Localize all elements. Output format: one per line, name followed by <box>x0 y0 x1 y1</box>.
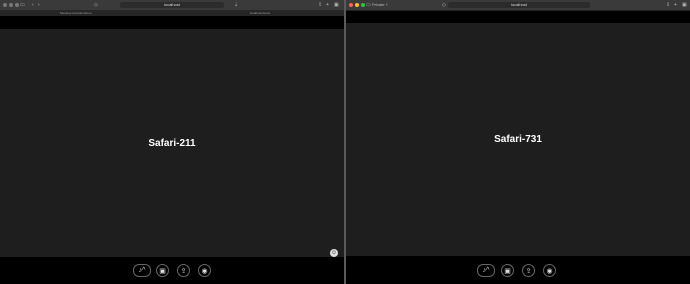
address-bar[interactable]: localhost <box>120 2 224 8</box>
private-label: Private <box>372 2 385 7</box>
tab-left[interactable]: Meeting Controls Demo <box>60 11 92 15</box>
downloads-icon[interactable]: ⇣ <box>234 2 238 8</box>
left-controls: ♪ ^ ▣ ⇪ ◉ <box>0 257 344 284</box>
share-icon[interactable]: ⇪ <box>318 2 322 8</box>
shield-icon: ◇ <box>94 2 98 8</box>
record-icon: ◉ <box>201 267 208 275</box>
new-tab-icon[interactable]: + <box>326 2 329 8</box>
reaction-button[interactable]: ☺ <box>330 249 338 257</box>
mic-button[interactable]: ♪ ^ <box>477 264 495 277</box>
chevron-up-icon: ^ <box>486 267 490 274</box>
right-controls: ♪ ^ ▣ ⇪ ◉ <box>346 257 690 284</box>
tab-overview-icon[interactable]: ▣ <box>334 2 339 8</box>
shield-icon: ◇ <box>442 2 446 8</box>
left-traffic-lights <box>3 3 19 7</box>
chevron-up-icon: ^ <box>142 267 146 274</box>
right-browser-window: ▭ Private ‹ ◇ localhost ⇪ + ▣ Safari-731… <box>346 0 690 284</box>
camera-button[interactable]: ▣ <box>156 264 169 277</box>
left-meeting-header <box>0 16 344 29</box>
participant-label: Safari-731 <box>494 134 542 145</box>
mic-button[interactable]: ♪ ^ <box>133 264 151 277</box>
close-dot[interactable] <box>3 3 7 7</box>
right-video-stage: Safari-731 <box>346 23 690 256</box>
left-video-stage: Safari-211 <box>0 29 344 257</box>
address-text: localhost <box>164 2 180 7</box>
back-icon[interactable]: ‹ <box>386 2 388 8</box>
right-toolbar: ▭ Private ‹ ◇ localhost ⇪ + ▣ <box>346 0 690 11</box>
minimize-dot[interactable] <box>9 3 13 7</box>
close-dot[interactable] <box>349 3 353 7</box>
zoom-dot[interactable] <box>15 3 19 7</box>
sidebar-toggle-icon[interactable]: ▭ <box>20 2 25 8</box>
share-icon[interactable]: ⇪ <box>666 2 670 8</box>
record-button[interactable]: ◉ <box>543 264 556 277</box>
left-browser-window: ▭ ‹ › ◇ localhost ⇣ ⇪ + ▣ Meeting Contro… <box>0 0 344 284</box>
share-screen-icon: ⇪ <box>180 267 187 275</box>
right-traffic-lights <box>349 3 365 7</box>
forward-icon[interactable]: › <box>38 2 40 8</box>
record-button[interactable]: ◉ <box>198 264 211 277</box>
right-meeting-header <box>346 11 690 23</box>
sidebar-toggle-icon[interactable]: ▭ <box>366 2 371 8</box>
share-screen-icon: ⇪ <box>525 267 532 275</box>
tab-overview-icon[interactable]: ▣ <box>682 2 687 8</box>
tab-right[interactable]: localhost demo <box>250 11 270 15</box>
share-screen-button[interactable]: ⇪ <box>522 264 535 277</box>
record-icon: ◉ <box>546 267 553 275</box>
smile-icon: ☺ <box>330 250 338 256</box>
back-icon[interactable]: ‹ <box>32 2 34 8</box>
address-bar[interactable]: localhost <box>448 2 590 8</box>
camera-icon: ▣ <box>504 267 511 275</box>
camera-icon: ▣ <box>159 267 166 275</box>
zoom-dot[interactable] <box>361 3 365 7</box>
screen: ▭ ‹ › ◇ localhost ⇣ ⇪ + ▣ Meeting Contro… <box>0 0 690 284</box>
address-text: localhost <box>511 2 527 7</box>
new-tab-icon[interactable]: + <box>674 2 677 8</box>
minimize-dot[interactable] <box>355 3 359 7</box>
share-screen-button[interactable]: ⇪ <box>177 264 190 277</box>
participant-label: Safari-211 <box>148 138 196 149</box>
camera-button[interactable]: ▣ <box>501 264 514 277</box>
